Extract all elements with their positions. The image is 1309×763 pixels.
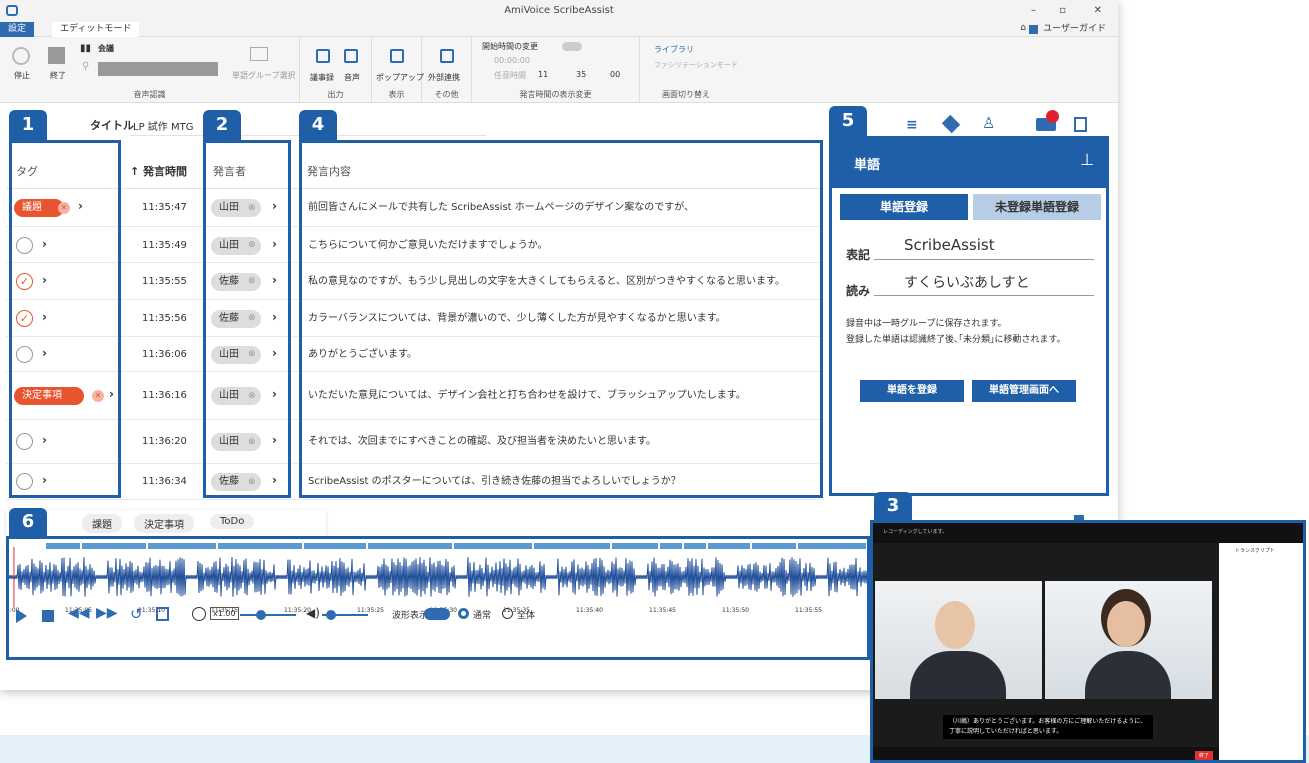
book-icon: ▮▮	[80, 43, 92, 54]
badge-2: 2	[203, 110, 241, 140]
end-label: 終了	[50, 71, 66, 80]
ribbon-group-time: 開始時間の変更 00:00:00 任意時間 11 35 00 発言時間の表示変更	[472, 37, 640, 103]
output-group-label: 出力	[327, 90, 344, 99]
header-time[interactable]: ↑ 発言時間	[130, 163, 187, 179]
hour-field[interactable]: 11	[538, 70, 548, 79]
popup-label: ポップアップ	[376, 73, 424, 82]
title-bar: AmiVoice ScribeAssist – ▫ ✕	[0, 0, 1118, 22]
meeting-title-label: タイトル	[90, 119, 134, 132]
start-change-label: 開始時間の変更	[482, 42, 538, 51]
window-title: AmiVoice ScribeAssist	[504, 5, 614, 16]
mic-icon: ⚲	[82, 61, 90, 72]
ribbon: 停止 終了 ▮▮ 会議 ⚲ 単語グループ選択 音声認識 議事録 音声 出力 ポッ…	[0, 37, 1118, 103]
audio-label: 音声	[344, 73, 360, 82]
participant-video-1	[875, 581, 1042, 699]
time-cell: 11:36:34	[142, 476, 187, 487]
minute-field[interactable]: 35	[576, 70, 586, 79]
time-option-any[interactable]: 任意時間	[494, 70, 526, 81]
ribbon-group-screen: ライブラリ ファシリテーションモード 画面切り替え	[640, 37, 738, 103]
time-cell: 11:35:49	[142, 240, 187, 251]
close-icon[interactable]: ✕	[1094, 0, 1102, 22]
tag-filter-decision[interactable]: 決定事項	[134, 514, 194, 533]
popup-icon[interactable]	[390, 49, 404, 63]
maximize-icon[interactable]: ▫	[1059, 0, 1066, 22]
ribbon-group-display: ポップアップ 表示	[372, 37, 424, 103]
recording-text: レコーディングしています。	[883, 529, 948, 535]
time-option-1[interactable]: 00:00:00	[494, 56, 530, 65]
notification-dot	[1046, 110, 1059, 123]
vc-topbar: レコーディングしています。	[873, 523, 1303, 543]
menu-tabs: 設定 エディットモード ⌂ ユーザーガイド	[0, 22, 1118, 37]
tag-filter-bar: 題 課題 決定事項 ToDo	[6, 510, 326, 536]
badge-1: 1	[9, 110, 47, 140]
ribbon-group-output: 議事録 音声 出力	[300, 37, 372, 103]
end-meeting-button[interactable]: 終了	[1194, 751, 1213, 760]
ribbon-group-other: 外部連携 その他	[422, 37, 472, 103]
second-field[interactable]: 00	[610, 70, 620, 79]
screen-group-label: 画面切り替え	[662, 90, 710, 99]
callout-box-wave	[6, 536, 870, 660]
badge-5: 5	[829, 106, 867, 136]
facilitation-button[interactable]: ファシリテーションモード	[654, 60, 738, 70]
callout-box-speaker	[203, 140, 291, 498]
callout-box-content	[299, 140, 823, 498]
minimize-icon[interactable]: –	[1031, 0, 1036, 22]
collapse-icon[interactable]: ⌂	[1020, 23, 1026, 33]
ribbon-group-speech: 停止 終了 ▮▮ 会議 ⚲ 単語グループ選択 音声認識	[0, 37, 300, 103]
meeting-title-value[interactable]: LP 試作 MTG	[133, 118, 193, 133]
speaker-add-icon[interactable]: ♙	[982, 114, 995, 132]
badge-6: 6	[9, 508, 47, 536]
external-link-icon[interactable]	[440, 49, 454, 63]
vc-subtitle: （川嶋）ありがとうございます。お客様の方にご理解いただけるように、丁寧に説明して…	[943, 715, 1153, 739]
end-icon[interactable]	[48, 47, 65, 64]
participant-1-head	[935, 601, 975, 649]
stop-icon[interactable]	[12, 47, 30, 65]
library-button[interactable]: ライブラリ	[654, 44, 694, 55]
word-group-icon[interactable]	[250, 47, 268, 61]
participant-2-body	[1085, 651, 1171, 699]
app-logo-icon	[6, 5, 18, 16]
time-cell: 11:35:55	[142, 276, 187, 287]
time-cell: 11:35:47	[142, 202, 187, 213]
speech-group-label: 音声認識	[133, 90, 166, 99]
callout-box-word	[829, 136, 1109, 496]
participant-2-head	[1107, 601, 1145, 647]
start-change-toggle[interactable]	[562, 42, 582, 51]
transcript-side-panel: トランスクリプト	[1219, 543, 1303, 760]
time-cell: 11:36:16	[142, 390, 187, 401]
time-cell: 11:36:20	[142, 436, 187, 447]
time-cell: 11:36:06	[142, 349, 187, 360]
tab-edit-mode[interactable]: エディットモード	[52, 22, 140, 37]
subtitle-text: （川嶋）ありがとうございます。お客様の方にご理解いただけるように、丁寧に説明して…	[949, 718, 1147, 735]
help-icon[interactable]	[1029, 25, 1038, 34]
video-conference-window: レコーディングしています。 トランスクリプト （川嶋）ありがとうございます。お客…	[870, 520, 1306, 763]
tab-settings[interactable]: 設定	[0, 22, 35, 37]
external-label: 外部連携	[428, 73, 460, 82]
tag-filter-task[interactable]: 課題	[82, 514, 122, 533]
badge-3: 3	[874, 492, 912, 520]
vc-toolbar: 終了	[873, 747, 1219, 760]
minutes-label: 議事録	[310, 73, 334, 82]
stop-label: 停止	[14, 71, 30, 80]
minutes-icon[interactable]	[316, 49, 330, 63]
other-group-label: その他	[434, 90, 459, 99]
transcript-panel-title: トランスクリプト	[1235, 548, 1275, 554]
list-edit-icon[interactable]: ≡	[906, 117, 918, 133]
tag-filter-todo[interactable]: ToDo	[210, 514, 255, 529]
participant-video-2	[1045, 581, 1212, 699]
participant-1-body	[910, 651, 1006, 699]
audio-icon[interactable]	[344, 49, 358, 63]
time-cell: 11:35:56	[142, 313, 187, 324]
time-group-label: 発言時間の表示変更	[519, 90, 592, 99]
level-meter	[98, 62, 218, 76]
display-group-label: 表示	[388, 90, 405, 99]
search-doc-icon[interactable]	[1074, 117, 1087, 132]
word-group-label[interactable]: 単語グループ選択	[232, 70, 296, 81]
callout-box-tag	[9, 140, 121, 498]
meeting-label: 会議	[98, 44, 114, 53]
badge-4: 4	[299, 110, 337, 140]
user-guide-link[interactable]: ユーザーガイド	[1043, 22, 1106, 37]
